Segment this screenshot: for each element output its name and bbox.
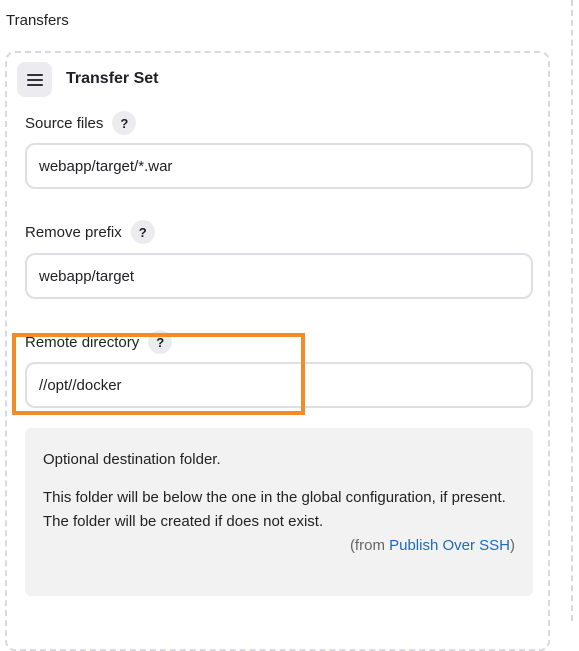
help-line-1: Optional destination folder.	[43, 451, 221, 468]
source-files-label: Source files ?	[25, 111, 137, 135]
source-files-input[interactable]	[25, 143, 533, 189]
highlight-annotation	[12, 333, 305, 415]
source-files-label-text: Source files	[25, 114, 104, 132]
help-source-suffix: )	[510, 537, 515, 554]
remove-prefix-input[interactable]	[25, 253, 533, 299]
drag-handle-icon	[26, 73, 43, 86]
remove-prefix-label: Remove prefix ?	[25, 220, 155, 244]
help-source: (from Publish Over SSH)	[43, 534, 515, 558]
card-title: Transfer Set	[66, 70, 159, 87]
remove-prefix-label-text: Remove prefix	[25, 223, 122, 241]
remove-prefix-help-button[interactable]: ?	[130, 220, 155, 244]
help-line-2: This folder will be below the one in the…	[43, 489, 506, 506]
help-source-prefix: (from	[349, 537, 390, 554]
source-files-help-button[interactable]: ?	[112, 111, 137, 135]
remote-directory-help-box: Optional destination folder. This folder…	[25, 428, 533, 596]
help-line-3: The folder will be created if does not e…	[43, 513, 324, 530]
publish-over-ssh-link[interactable]: Publish Over SSH	[389, 537, 510, 554]
section-title: Transfers	[6, 12, 69, 29]
right-divider	[571, 0, 573, 621]
drag-handle-button[interactable]	[17, 62, 52, 97]
